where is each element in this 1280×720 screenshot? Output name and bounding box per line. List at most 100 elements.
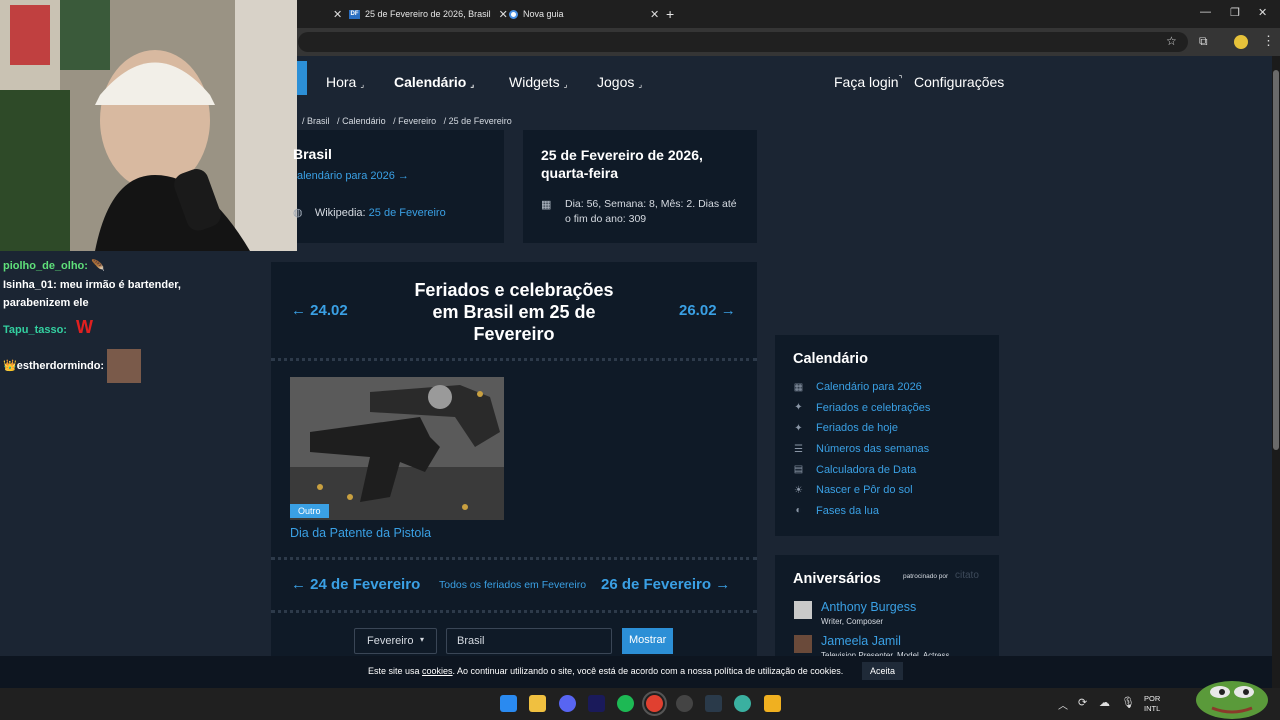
person-link[interactable]: Jameela Jamil <box>821 634 901 648</box>
nav-hora[interactable]: Hora ⌟ <box>326 74 364 90</box>
nav-widgets[interactable]: Widgets ⌟ <box>509 74 567 90</box>
sidebar-item-sunrise[interactable]: ☀ Nascer e Pôr do sol <box>793 480 993 501</box>
holiday-title-link[interactable]: Dia da Patente da Pistola <box>290 526 431 540</box>
sponsor-label: patrocinado por <box>903 573 949 580</box>
nav-jogos[interactable]: Jogos ⌟ <box>597 74 642 90</box>
calendar-2026-link[interactable]: alendário para 2026 → <box>297 170 409 182</box>
month-select[interactable]: Fevereiro ▾ <box>354 628 437 654</box>
chat-message: piolho_de_olho: 🪶 <box>3 257 105 275</box>
chat-message: Tapu_tasso: W <box>3 318 93 339</box>
ccleaner-icon[interactable] <box>705 695 722 712</box>
sparkle-icon: ✦ <box>794 402 803 414</box>
all-holidays-link[interactable]: Todos os feriados em Fevereiro <box>439 579 586 591</box>
premiere-icon[interactable] <box>588 695 605 712</box>
nav-calendario[interactable]: Calendário ⌟ <box>394 74 474 90</box>
webcam-feed <box>0 0 297 251</box>
cookies-link[interactable]: cookies <box>422 666 453 676</box>
divider <box>271 557 757 560</box>
chat-username: estherdormindo: <box>16 359 105 372</box>
new-tab-button[interactable]: + <box>666 0 674 28</box>
person-role: Writer, Composer <box>821 617 884 626</box>
breadcrumb: / Brasil / Calendário / Fevereiro / 25 d… <box>302 116 512 126</box>
cookie-text: Este site usa cookies. Ao continuar util… <box>368 666 844 676</box>
person-link[interactable]: Anthony Burgess <box>821 600 916 614</box>
site-favicon-icon: DF <box>349 9 360 19</box>
next-date-link[interactable]: 26 de Fevereiro → <box>601 576 730 593</box>
sidebar-item-date-calculator[interactable]: ▤ Calculadora de Data <box>793 459 993 480</box>
close-tab-icon[interactable]: ✕ <box>642 0 659 28</box>
settings-link[interactable]: Configurações <box>914 74 1004 90</box>
stream-chat: piolho_de_olho: 🪶 Isinha_01: meu irmão é… <box>0 251 297 656</box>
calculator-icon: ▤ <box>793 464 804 476</box>
breadcrumb-item[interactable]: Calendário <box>342 116 386 126</box>
menu-dots-icon[interactable]: ⋮ <box>1262 33 1275 49</box>
language-indicator[interactable]: POR INTL <box>1144 694 1160 714</box>
divider <box>271 358 757 361</box>
sync-icon[interactable]: ⟳ <box>1078 696 1087 709</box>
site-logo[interactable] <box>297 61 307 95</box>
chat-message: Isinha_01: meu irmão é bartender, parabe… <box>3 276 218 312</box>
profile-avatar[interactable] <box>1234 35 1248 49</box>
wikipedia-link[interactable]: 25 de Fevereiro <box>369 207 446 219</box>
avatar <box>794 635 812 653</box>
scrollbar-thumb[interactable] <box>1273 70 1279 450</box>
show-button[interactable]: Mostrar <box>622 628 673 654</box>
accept-cookies-button[interactable]: Aceita <box>862 662 904 680</box>
tab-new-tab[interactable]: Nova guia <box>509 0 564 28</box>
windows-start-icon[interactable] <box>500 695 517 712</box>
bookmark-star-icon[interactable]: ☆ <box>1166 34 1177 48</box>
file-explorer-icon[interactable] <box>529 695 546 712</box>
sidebar-item-holidays[interactable]: ✦ Feriados e celebrações <box>793 398 993 419</box>
discord-icon[interactable] <box>559 695 576 712</box>
category-badge: Outro <box>290 504 329 518</box>
chrome-icon[interactable] <box>642 691 667 716</box>
close-tab-icon[interactable]: ✕ <box>499 8 508 21</box>
country-input[interactable]: Brasil <box>446 628 612 654</box>
globe-app-icon[interactable] <box>734 695 751 712</box>
emote-icon: 🪶 <box>91 260 105 272</box>
minimize-icon[interactable]: — <box>1200 6 1211 18</box>
webcam-overlay <box>0 0 297 251</box>
spotify-icon[interactable] <box>617 695 634 712</box>
breadcrumb-item[interactable]: Brasil <box>307 116 330 126</box>
holidays-title: Feriados e celebrações em Brasil em 25 d… <box>414 280 614 344</box>
chrome-favicon-icon <box>509 9 518 19</box>
sidebar-item-calendar[interactable]: ▦ Calendário para 2026 <box>793 377 993 398</box>
breadcrumb-item[interactable]: Fevereiro <box>398 116 436 126</box>
extensions-icon[interactable]: ⧉ <box>1199 34 1208 49</box>
sponsor-logo[interactable]: citato <box>955 570 979 581</box>
sidebar-item-moon-phases[interactable]: ◐ Fases da lua <box>793 501 993 522</box>
sidebar-item-week-numbers[interactable]: ☰ Números das semanas <box>793 439 993 460</box>
microphone-icon[interactable]: 🎙 <box>1121 696 1135 709</box>
login-link[interactable]: Faça login⌝ <box>834 74 902 90</box>
close-tab-icon[interactable]: ✕ <box>325 0 342 28</box>
obs-icon[interactable] <box>676 695 693 712</box>
sidebar-item-today-holidays[interactable]: ✦ Feriados de hoje <box>793 418 993 439</box>
pepe-emote-icon <box>1196 681 1268 719</box>
sidebar-calendar-list: ▦ Calendário para 2026 ✦ Feriados e celebr… <box>793 377 993 521</box>
moon-icon: ◐ <box>795 505 802 517</box>
emote-icon: W <box>76 317 94 337</box>
cloud-icon[interactable]: ☁ <box>1099 696 1110 709</box>
next-day-link[interactable]: 26.02 → <box>679 302 736 319</box>
date-title: 25 de Fevereiro de 2026, quarta-feira <box>541 147 703 181</box>
chat-username: Isinha_01: <box>3 279 57 291</box>
chat-message: 👑estherdormindo: <box>3 349 142 383</box>
calendar-icon: ▦ <box>541 199 552 211</box>
tray-chevron-icon[interactable]: ︿ <box>1058 697 1068 712</box>
holiday-image[interactable] <box>290 377 504 520</box>
chat-username: Tapu_tasso: <box>3 324 67 336</box>
address-bar[interactable] <box>298 32 1188 52</box>
tab-title: Nova guia <box>523 9 564 19</box>
sun-app-icon[interactable] <box>764 695 781 712</box>
windows-taskbar <box>0 688 1280 720</box>
close-window-icon[interactable]: ✕ <box>1258 6 1267 19</box>
tab-active[interactable]: DF 25 de Fevereiro de 2026, Brasil ✕ <box>349 0 508 28</box>
tab-title: 25 de Fevereiro de 2026, Brasil <box>365 9 491 19</box>
chat-username: piolho_de_olho: <box>3 260 88 272</box>
sun-icon: ☀ <box>794 484 803 496</box>
prev-day-link[interactable]: ← 24.02 <box>291 302 348 319</box>
restore-icon[interactable]: ❐ <box>1230 6 1240 19</box>
birthdays-title: Aniversários <box>793 571 881 587</box>
prev-date-link[interactable]: ← 24 de Fevereiro <box>291 576 420 593</box>
